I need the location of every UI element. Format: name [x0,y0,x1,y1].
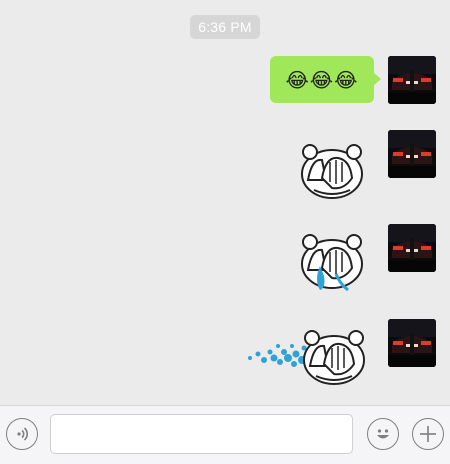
message-timestamp: 6:36 PM [190,15,260,39]
user-avatar[interactable] [388,319,436,367]
tears-spray-bear-sticker[interactable] [244,324,368,390]
message-text: 😂😂😂 [285,67,359,92]
user-avatar[interactable] [388,130,436,178]
crying-bear-sticker[interactable] [296,230,368,294]
plus-icon [420,426,436,442]
user-avatar[interactable] [388,56,436,104]
face-palm-bear-sticker[interactable] [296,138,368,202]
voice-icon [17,427,29,441]
chat-input-toolbar [0,405,450,464]
message-input[interactable] [50,414,353,454]
add-button[interactable] [412,418,444,450]
user-avatar[interactable] [388,224,436,272]
emoji-button[interactable] [367,418,399,450]
voice-button[interactable] [6,418,38,450]
emoji-icon [377,429,389,439]
message-bubble[interactable]: 😂😂😂 [270,56,381,103]
